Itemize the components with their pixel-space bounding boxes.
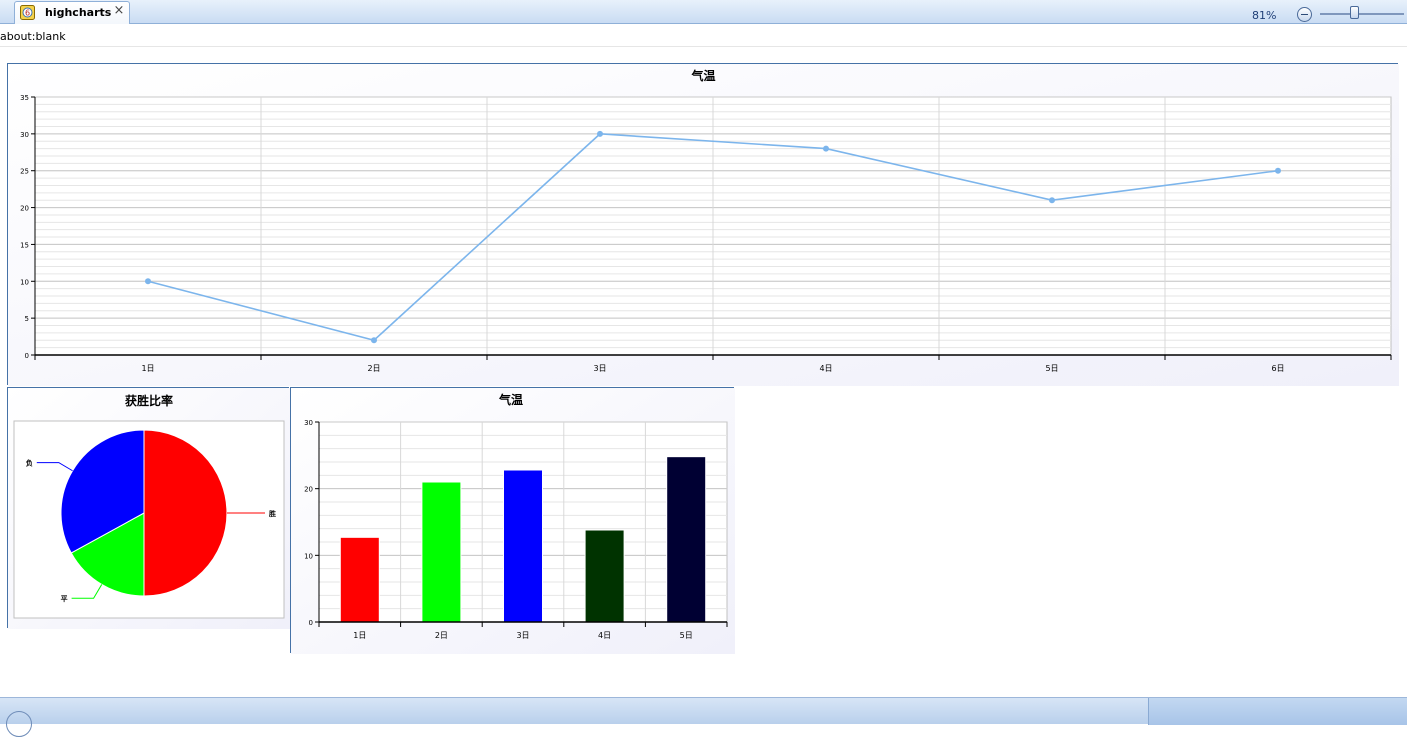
y-tick-label: 0 xyxy=(25,352,29,360)
y-tick-label: 30 xyxy=(304,419,313,427)
data-point xyxy=(597,130,603,137)
line-chart-title: 气温 xyxy=(690,68,715,83)
x-tick-label: 1日 xyxy=(353,631,366,640)
y-tick-label: 20 xyxy=(304,486,313,494)
globe-icon xyxy=(6,711,32,737)
status-bar xyxy=(0,697,1407,737)
y-tick-label: 10 xyxy=(20,278,29,286)
data-point xyxy=(371,337,377,344)
x-tick-label: 3日 xyxy=(593,364,606,373)
data-point xyxy=(145,278,151,285)
zoom-slider-thumb[interactable] xyxy=(1350,6,1359,19)
bar-chart: 气温 0 10 20 30 1日 2日 3日 4日 5日 xyxy=(291,388,735,654)
pie-chart-panel: 获胜比率胜平 负 xyxy=(7,387,290,629)
zoom-level[interactable]: 81% xyxy=(1252,9,1276,22)
line-chart-panel: 气温 0 5 10 15 20 25 30 35 1日 2日 3日 4日 5日 6日 xyxy=(7,63,1399,386)
x-tick-label: 5日 xyxy=(1045,364,1058,373)
y-tick-label: 30 xyxy=(20,131,29,139)
tab-title: highcharts xyxy=(45,6,112,19)
bar xyxy=(421,481,462,623)
x-tick-label: 3日 xyxy=(516,631,529,640)
y-tick-label: 20 xyxy=(20,205,29,213)
pie-chart-title: 获胜比率 xyxy=(124,393,173,408)
pie-chart: 获胜比率胜平 负 xyxy=(8,388,290,629)
address-text: about:blank xyxy=(0,30,66,43)
y-tick-label: 10 xyxy=(304,552,313,560)
ie-page-icon: 6 xyxy=(20,5,35,20)
y-tick-label: 35 xyxy=(20,94,29,102)
x-tick-label: 6日 xyxy=(1271,364,1284,373)
zoom-out-icon[interactable] xyxy=(1297,7,1312,22)
svg-text:6: 6 xyxy=(25,9,30,18)
x-tick-label: 4日 xyxy=(819,364,832,373)
line-chart: 气温 0 5 10 15 20 25 30 35 1日 2日 3日 4日 5日 6日 xyxy=(8,64,1399,386)
data-point xyxy=(1049,197,1055,204)
bar xyxy=(339,536,380,623)
data-point xyxy=(1275,167,1281,174)
data-point xyxy=(823,145,829,152)
bar xyxy=(503,469,543,623)
tab-bar: 6 highcharts × xyxy=(0,0,1407,24)
close-icon[interactable]: × xyxy=(112,4,126,18)
y-tick-label: 15 xyxy=(20,241,29,249)
x-tick-label: 2日 xyxy=(367,364,380,373)
y-tick-label: 5 xyxy=(25,315,29,323)
bar xyxy=(666,456,707,623)
bar-chart-panel: 气温 0 10 20 30 1日 2日 3日 4日 5日 xyxy=(290,387,735,654)
tab-highcharts[interactable]: 6 highcharts × xyxy=(14,1,130,24)
y-tick-label: 25 xyxy=(20,168,29,176)
bar xyxy=(584,529,625,623)
x-tick-label: 4日 xyxy=(598,631,611,640)
pie-slice-label: 平 xyxy=(61,595,68,603)
x-tick-label: 2日 xyxy=(435,631,448,640)
pie-slice-label: 胜 xyxy=(268,509,276,518)
status-zoom-area xyxy=(1148,698,1407,725)
x-tick-label: 1日 xyxy=(141,364,154,373)
address-bar: about:blank xyxy=(0,25,1407,47)
y-tick-label: 0 xyxy=(309,619,313,627)
x-tick-label: 5日 xyxy=(680,631,693,640)
bar-chart-title: 气温 xyxy=(498,392,523,407)
zoom-slider-track[interactable] xyxy=(1320,13,1404,15)
pie-slice-label: 负 xyxy=(26,459,33,468)
